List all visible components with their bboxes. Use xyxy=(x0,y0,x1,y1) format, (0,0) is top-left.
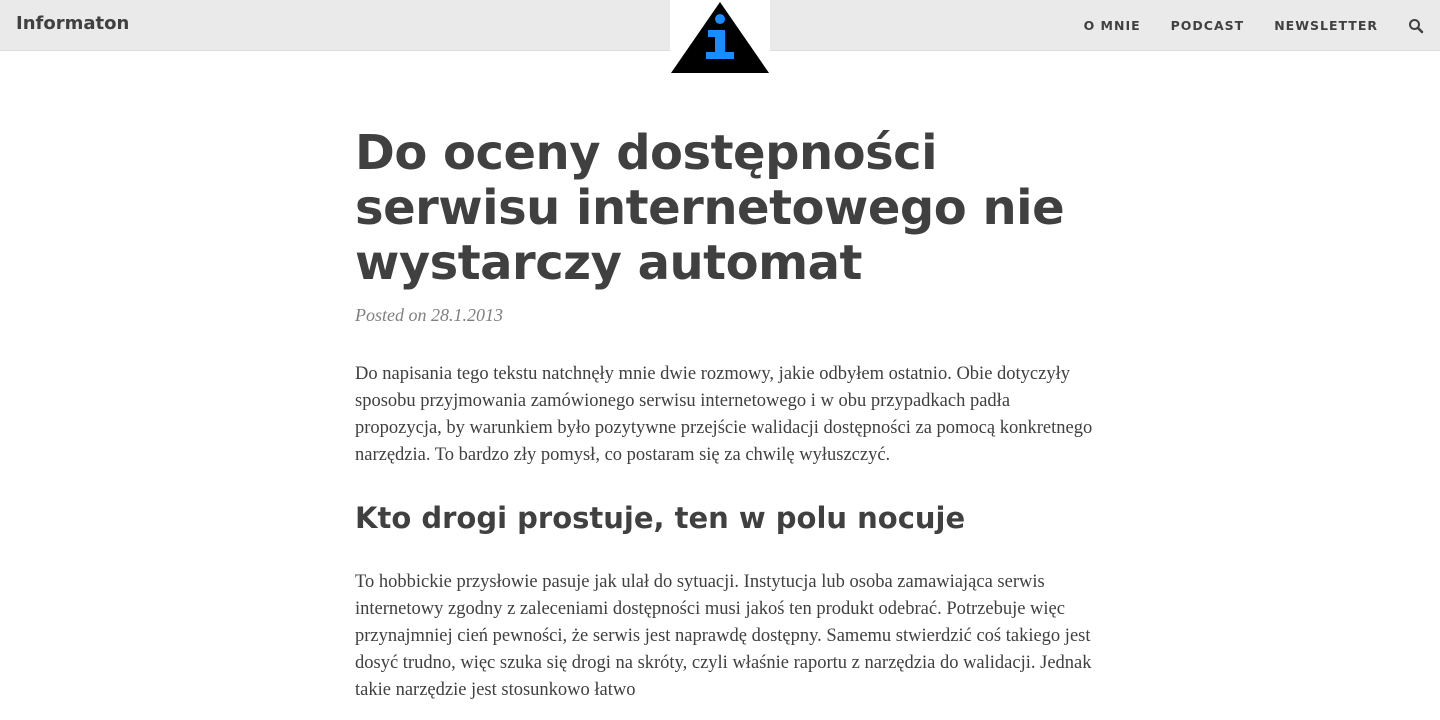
post-meta: Posted on 28.1.2013 xyxy=(355,305,503,325)
nav-link-o-mnie[interactable]: O MNIE xyxy=(1084,18,1141,33)
section-paragraph: To hobbickie przysłowie pasuje jak ulał … xyxy=(355,572,1092,700)
brand-link[interactable]: Informaton xyxy=(16,13,129,34)
logo-glyph-dot xyxy=(715,14,725,24)
search-icon[interactable] xyxy=(1408,18,1424,34)
logo-glyph-base xyxy=(706,52,734,59)
site-logo[interactable] xyxy=(670,0,770,74)
info-triangle-icon xyxy=(671,2,769,73)
nav-link-podcast[interactable]: PODCAST xyxy=(1171,18,1245,33)
post-content: Do oceny dostępności serwisu internetowe… xyxy=(355,126,1095,704)
nav-link-newsletter[interactable]: NEWSLETTER xyxy=(1274,18,1378,33)
section-heading: Kto drogi prostuje, ten w polu nocuje xyxy=(355,501,966,535)
post-intro-paragraph: Do napisania tego tekstu natchnęły mnie … xyxy=(355,364,1093,465)
nav-links: O MNIE PODCAST NEWSLETTER xyxy=(1084,0,1440,51)
post-title: Do oceny dostępności serwisu internetowe… xyxy=(355,125,1065,291)
